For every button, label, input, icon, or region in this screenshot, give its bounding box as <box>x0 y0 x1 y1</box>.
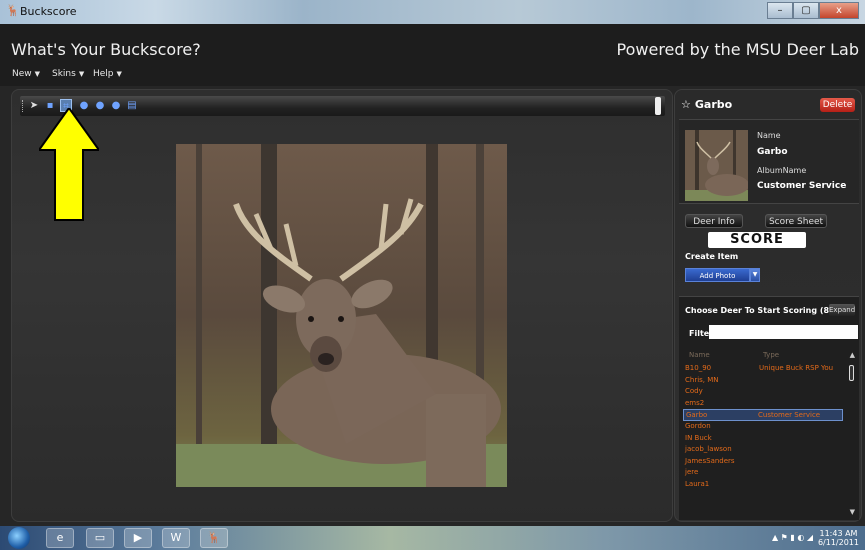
app-header: What's Your Buckscore? Powered by the MS… <box>0 24 865 66</box>
list-item[interactable]: ems2 <box>685 398 841 410</box>
buckscore-app-icon: 🦌 <box>6 4 20 17</box>
list-item[interactable]: Laura1 <box>685 479 841 491</box>
menu-skins[interactable]: Skins ▼ <box>52 69 84 79</box>
score-sheet-button[interactable]: Score Sheet <box>765 214 827 228</box>
deer-list: B10_90 Unique Buck RSP You Chris, MN Cody… <box>683 363 843 513</box>
clock-date: 6/11/2011 <box>817 538 859 547</box>
caret-down-icon: ▼ <box>78 70 85 78</box>
column-header-type[interactable]: Type <box>763 351 779 359</box>
deer-info-button[interactable]: Deer Info <box>685 214 743 228</box>
menu-help[interactable]: Help ▼ <box>93 69 122 79</box>
taskbar: e ▭ ▶ W 🦌 ▲ ⚑ ▮ ◐ ◢ 11:43 AM 6/11/2011 <box>0 526 865 550</box>
list-scrollbar-thumb[interactable] <box>849 365 854 381</box>
list-item[interactable]: jere <box>685 467 841 479</box>
toolbar-scrollbar[interactable] <box>655 97 661 115</box>
list-item[interactable]: Chris, MN <box>685 375 841 387</box>
zoom-fit-icon[interactable]: ● <box>110 99 122 112</box>
list-item[interactable]: Cody <box>685 386 841 398</box>
deer-info-box: Name Garbo AlbumName Customer Service <box>679 119 859 204</box>
deer-list-box: Choose Deer To Start Scoring (87) Expand… <box>679 296 859 520</box>
add-photo-button[interactable]: Add Photo <box>685 268 750 282</box>
delete-button[interactable]: Delete <box>820 98 855 112</box>
minimize-button[interactable]: – <box>767 2 793 19</box>
deer-photo <box>176 144 507 487</box>
toolbar-grip-icon[interactable] <box>22 100 25 112</box>
app-window: 🦌 Buckscore – ▢ x What's Your Buckscore?… <box>0 0 865 550</box>
close-button[interactable]: x <box>819 2 859 19</box>
caret-down-icon: ▼ <box>116 70 122 78</box>
detail-panel: ☆ Garbo Delete Name Garbo AlbumName Custo… <box>674 89 862 522</box>
app-title: What's Your Buckscore? <box>11 40 201 59</box>
deer-list-title: Choose Deer To Start Scoring (87) <box>685 306 839 315</box>
add-photo-dropdown-icon[interactable]: ▼ <box>750 268 760 282</box>
list-item[interactable]: IN Buck <box>685 433 841 445</box>
menu-new[interactable]: New ▼ <box>12 69 40 79</box>
list-item[interactable]: JamesSanders <box>685 456 841 468</box>
internet-explorer-icon[interactable]: e <box>46 528 74 548</box>
image-settings-icon[interactable]: ▤ <box>126 99 138 112</box>
buckscore-taskbar-icon[interactable]: 🦌 <box>200 528 228 548</box>
window-title: Buckscore <box>20 5 77 18</box>
clock-time: 11:43 AM <box>819 529 858 538</box>
list-item[interactable]: B10_90 Unique Buck RSP You <box>685 363 841 375</box>
word-icon[interactable]: W <box>162 528 190 548</box>
system-tray-icons[interactable]: ▲ ⚑ ▮ ◐ ◢ <box>772 533 813 542</box>
caret-down-icon: ▼ <box>34 70 41 78</box>
scroll-down-icon[interactable]: ▼ <box>850 508 855 516</box>
list-item[interactable]: Gordon <box>685 421 841 433</box>
name-field-label: Name <box>757 131 781 140</box>
album-field-value: Customer Service <box>757 181 847 191</box>
yellow-highlight-arrow-icon <box>39 108 99 221</box>
expand-button[interactable]: Expand <box>829 304 855 316</box>
column-header-name[interactable]: Name <box>689 351 710 359</box>
title-bar[interactable]: 🦌 Buckscore – ▢ x <box>0 0 865 24</box>
maximize-button[interactable]: ▢ <box>793 2 819 19</box>
clock[interactable]: 11:43 AM 6/11/2011 <box>818 529 859 547</box>
score-button[interactable]: SCORE <box>708 232 806 248</box>
detail-heading: ☆ Garbo <box>681 98 733 111</box>
image-viewer-panel: ➤ ▪ ⌗ ● ● ● ▤ <box>11 89 673 522</box>
album-field-label: AlbumName <box>757 166 807 175</box>
start-button[interactable] <box>8 527 30 549</box>
filter-input[interactable] <box>709 325 858 339</box>
media-player-icon[interactable]: ▶ <box>124 528 152 548</box>
powered-by-text: Powered by the MSU Deer Lab <box>616 40 859 59</box>
image-toolbar: ➤ ▪ ⌗ ● ● ● ▤ <box>20 96 665 116</box>
list-item-selected[interactable]: Garbo Customer Service <box>683 409 843 421</box>
name-field-value: Garbo <box>757 147 788 157</box>
create-item-label: Create Item <box>685 252 739 261</box>
deer-thumbnail <box>685 130 748 201</box>
menu-bar: New ▼ Skins ▼ Help ▼ <box>0 66 865 86</box>
star-icon[interactable]: ☆ <box>681 98 691 111</box>
scroll-up-icon[interactable]: ▲ <box>850 351 855 359</box>
list-item[interactable]: jacob_lawson <box>685 444 841 456</box>
file-explorer-icon[interactable]: ▭ <box>86 528 114 548</box>
